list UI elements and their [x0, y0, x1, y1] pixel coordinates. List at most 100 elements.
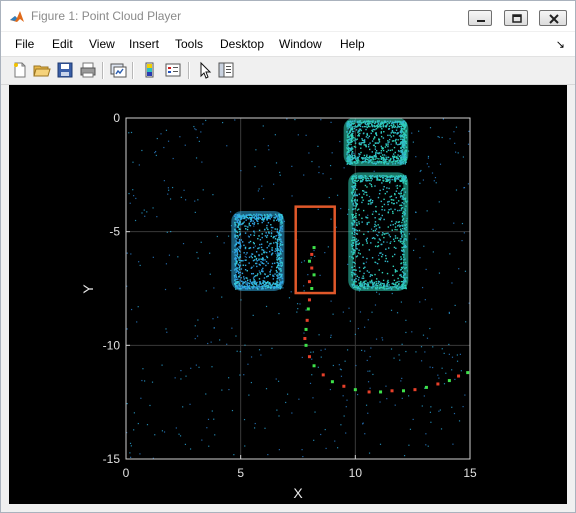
- menu-file[interactable]: File: [15, 37, 34, 51]
- point: [179, 287, 181, 289]
- vehicle-point: [266, 234, 269, 237]
- point: [128, 192, 130, 195]
- vehicle-point: [386, 187, 388, 189]
- vehicle-point: [368, 271, 370, 274]
- vehicle-point: [398, 150, 400, 153]
- vehicle-point: [394, 228, 396, 231]
- menu-view[interactable]: View: [89, 37, 115, 51]
- point: [202, 123, 204, 125]
- menu-desktop[interactable]: Desktop: [220, 37, 264, 51]
- point: [433, 180, 435, 182]
- vehicle-point: [354, 262, 356, 265]
- menu-window[interactable]: Window: [279, 37, 322, 51]
- vehicle-point: [381, 122, 383, 124]
- vehicle-point: [397, 209, 399, 212]
- vehicle-point: [276, 271, 278, 274]
- menu-insert[interactable]: Insert: [129, 37, 159, 51]
- insert-legend-icon[interactable]: [164, 61, 182, 79]
- new-figure-icon[interactable]: [11, 61, 29, 79]
- point: [437, 135, 439, 138]
- point: [240, 170, 242, 172]
- point: [420, 360, 423, 362]
- vehicle-point: [275, 266, 278, 269]
- vehicle-point: [239, 261, 241, 264]
- toolbar-separator: [102, 62, 104, 79]
- vehicle-point: [260, 246, 263, 249]
- figure-canvas[interactable]: 0 5 10 15 0 -5 -10 -15 X Y: [9, 85, 567, 504]
- vehicle-point: [389, 120, 392, 123]
- point: [445, 372, 447, 374]
- vehicle-point: [403, 213, 405, 216]
- point: [408, 444, 410, 446]
- vehicle-point: [243, 278, 245, 280]
- vehicle-point: [242, 260, 244, 262]
- vehicle-point: [381, 182, 383, 184]
- vehicle-point: [400, 123, 403, 125]
- vehicle-point: [362, 244, 364, 246]
- vehicle-point: [388, 128, 390, 130]
- maximize-button[interactable]: [504, 10, 528, 26]
- vehicle-point: [377, 245, 380, 247]
- vehicle-point: [278, 252, 280, 254]
- point: [198, 366, 200, 368]
- vehicle-point: [350, 143, 352, 146]
- vehicle-point: [359, 177, 361, 180]
- minimize-button[interactable]: [468, 10, 492, 26]
- point: [317, 145, 319, 147]
- save-icon[interactable]: [56, 61, 74, 79]
- menu-help[interactable]: Help: [340, 37, 365, 51]
- vehicle-point: [263, 214, 266, 216]
- point: [221, 296, 223, 298]
- vehicle-point: [358, 120, 360, 123]
- point: [129, 202, 131, 204]
- vehicle-point: [276, 243, 278, 245]
- vehicle-point: [357, 239, 359, 242]
- point: [253, 225, 255, 227]
- vehicle-point: [355, 229, 357, 231]
- vehicle-point: [405, 226, 408, 229]
- vehicle-point: [379, 160, 381, 163]
- vehicle-point: [393, 193, 396, 195]
- dock-arrow-icon[interactable]: ↘: [556, 38, 565, 51]
- menu-edit[interactable]: Edit: [52, 37, 73, 51]
- vehicle-point: [361, 139, 364, 142]
- open-file-icon[interactable]: [33, 61, 51, 79]
- vehicle-point: [371, 129, 373, 132]
- vehicle-point: [403, 263, 405, 266]
- vehicle-point: [405, 142, 407, 145]
- vehicle-point: [404, 274, 406, 276]
- title-bar[interactable]: Figure 1: Point Cloud Player: [1, 1, 575, 31]
- vehicle-point: [393, 240, 396, 243]
- vehicle-point: [400, 258, 402, 261]
- trajectory-point: [310, 287, 314, 290]
- point: [236, 350, 238, 352]
- link-plot-icon[interactable]: [109, 61, 127, 79]
- property-inspector-icon[interactable]: [217, 61, 235, 79]
- vehicle-point: [390, 198, 393, 201]
- vehicle-point: [238, 219, 240, 221]
- point-cloud-axes[interactable]: 0 5 10 150-5-10-15 X Y: [9, 85, 567, 504]
- vehicle-point: [399, 161, 402, 164]
- vehicle-point: [375, 151, 377, 154]
- menu-tools[interactable]: Tools: [175, 37, 203, 51]
- vehicle-point: [387, 163, 389, 165]
- maximize-icon: [512, 14, 522, 23]
- vehicle-point: [351, 138, 354, 140]
- close-button[interactable]: [539, 10, 567, 26]
- vehicle-point: [402, 160, 404, 163]
- vehicle-point: [374, 287, 377, 289]
- window-title: Figure 1: Point Cloud Player: [31, 9, 182, 23]
- vehicle-point: [401, 152, 404, 154]
- vehicle-point: [281, 218, 283, 220]
- print-icon[interactable]: [79, 61, 97, 79]
- vehicle-point: [352, 157, 355, 160]
- point: [395, 185, 397, 187]
- point: [320, 356, 322, 358]
- vehicle-point: [275, 269, 278, 272]
- vehicle-point: [271, 266, 273, 268]
- insert-colorbar-icon[interactable]: [141, 61, 159, 79]
- edit-plot-icon[interactable]: [196, 61, 214, 79]
- x-axis-label: X: [293, 485, 303, 501]
- vehicle-point: [383, 130, 385, 133]
- point: [212, 318, 214, 320]
